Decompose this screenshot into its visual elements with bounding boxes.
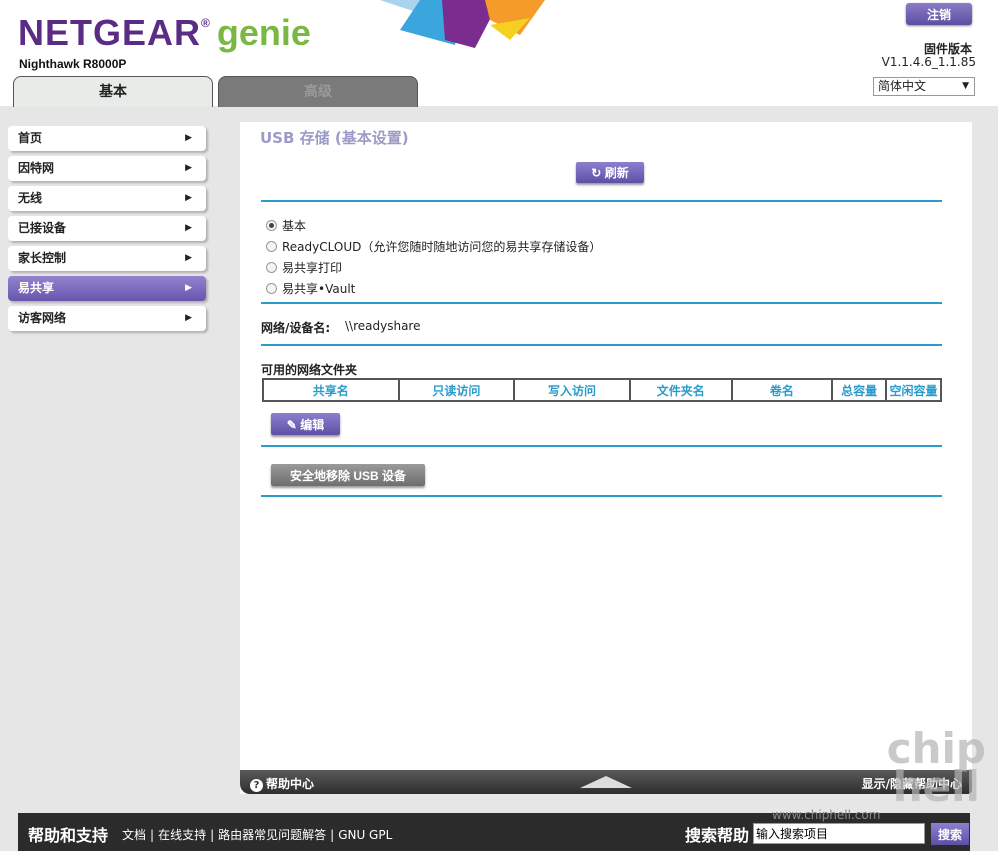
col-read-access: 只读访问 [397,378,516,402]
option-readycloud[interactable]: ReadyCLOUD（允许您随时随地访问您的易共享存储设备） [266,238,601,255]
refresh-icon: ↻ [591,166,605,180]
available-folders-title: 可用的网络文件夹 [261,363,358,377]
shared-folders-table: 共享名 只读访问 写入访问 文件夹名 卷名 总容量 空闲容量 [262,378,942,402]
header: NETGEAR® genie Nighthawk R8000P 注销 固件版本 V… [0,0,998,107]
option-label: 易共享•Vault [282,282,356,296]
link-router-faq[interactable]: 路由器常见问题解答 [218,828,326,842]
help-center-label: 帮助中心 [266,777,315,791]
link-online-support[interactable]: 在线支持 [158,828,206,842]
col-write-access: 写入访问 [513,378,631,402]
sidebar-item-label: 已接设备 [18,221,67,235]
col-folder-name: 文件夹名 [628,378,733,402]
radio-button[interactable] [266,220,277,231]
col-volume-name: 卷名 [730,378,834,402]
sidebar-item-home[interactable]: 首页 ▶ [8,126,206,151]
col-share-name: 共享名 [262,378,400,402]
edit-label: 编辑 [300,417,325,432]
option-readyshare-vault[interactable]: 易共享•Vault [266,280,355,297]
question-icon: ? [250,779,263,792]
main-panel: USB 存储 (基本设置) ↻ 刷新 基本 ReadyCLOUD（允许您随时随地… [240,122,972,794]
sidebar-item-label: 易共享 [18,281,55,295]
logo-product: genie [216,12,311,53]
help-center-bar: ? 帮助中心 显示/隐藏帮助中心 [240,770,972,794]
search-button[interactable]: 搜索 [931,823,969,845]
divider [261,495,942,497]
sidebar-item-label: 首页 [18,131,43,145]
arrow-right-icon: ▶ [185,223,192,233]
edit-button[interactable]: ✎ 编辑 [271,413,340,435]
page-title: USB 存储 (基本设置) [260,129,409,147]
separator: | [150,828,155,842]
device-name-value: \\readyshare [345,319,421,333]
logout-button[interactable]: 注销 [906,3,972,25]
refresh-label: 刷新 [604,166,629,180]
option-readyshare-printer[interactable]: 易共享打印 [266,259,342,276]
search-help-label: 搜索帮助 [685,826,750,845]
arrow-right-icon: ▶ [185,133,192,143]
language-selected: 简体中文 [878,79,927,93]
sidebar-item-label: 因特网 [18,161,55,175]
option-basic[interactable]: 基本 [266,217,306,234]
arrow-right-icon: ▶ [185,313,192,323]
divider [261,445,942,447]
separator: | [210,828,215,842]
search-input[interactable] [753,823,925,844]
divider [261,344,942,346]
sidebar-item-internet[interactable]: 因特网 ▶ [8,156,206,181]
chiphell-watermark: chip hell [887,728,986,811]
table-header-row: 共享名 只读访问 写入访问 文件夹名 卷名 总容量 空闲容量 [262,378,942,402]
col-total-capacity: 总容量 [831,378,888,402]
refresh-button[interactable]: ↻ 刷新 [576,162,644,183]
netgear-genie-logo: NETGEAR® genie [18,12,311,54]
col-free-capacity: 空闲容量 [885,378,942,402]
chevron-down-icon: ▼ [962,81,969,91]
sidebar-item-label: 家长控制 [18,251,67,265]
divider [261,200,942,202]
radio-button[interactable] [266,241,277,252]
logo-brand: NETGEAR [18,12,202,53]
sidebar-item-label: 无线 [18,191,43,205]
arrow-right-icon: ▶ [185,163,192,173]
arrow-right-icon: ▶ [185,253,192,263]
link-gnu-gpl[interactable]: GNU GPL [338,828,392,842]
option-label: 基本 [282,219,307,233]
sidebar-item-wireless[interactable]: 无线 ▶ [8,186,206,211]
sidebar-item-attached-devices[interactable]: 已接设备 ▶ [8,216,206,241]
pencil-icon: ✎ [286,417,301,432]
tab-advanced[interactable]: 高级 [218,76,418,107]
divider [261,302,942,304]
router-model: Nighthawk R8000P [19,57,127,71]
sidebar: 首页 ▶ 因特网 ▶ 无线 ▶ 已接设备 ▶ 家长控制 ▶ 易共享 ▶ 访客网络 ▶ [8,126,206,336]
expand-up-icon[interactable] [580,776,632,788]
watermark-url: www.chiphell.com [772,808,881,822]
arrow-right-icon: ▶ [185,283,192,293]
separator: | [330,828,335,842]
footer-links: 文档 | 在线支持 | 路由器常见问题解答 | GNU GPL [122,826,392,843]
help-center-link[interactable]: ? 帮助中心 [250,775,314,792]
decorative-shapes [380,0,545,48]
sidebar-item-readyshare[interactable]: 易共享 ▶ [8,276,206,301]
safely-remove-usb-button[interactable]: 安全地移除 USB 设备 [271,464,425,486]
footer-title: 帮助和支持 [28,826,109,845]
arrow-right-icon: ▶ [185,193,192,203]
option-label: ReadyCLOUD（允许您随时随地访问您的易共享存储设备） [282,240,602,254]
tab-basic[interactable]: 基本 [13,76,213,107]
watermark-line2: hell [892,762,980,811]
radio-button[interactable] [266,283,277,294]
sidebar-item-parental-controls[interactable]: 家长控制 ▶ [8,246,206,271]
language-select[interactable]: 简体中文 ▼ [873,77,975,96]
sidebar-item-label: 访客网络 [18,311,67,325]
link-documentation[interactable]: 文档 [122,828,146,842]
device-name-label: 网络/设备名: [261,321,331,335]
logo-registered-mark: ® [201,16,211,30]
firmware-version: V1.1.4.6_1.1.85 [881,55,976,69]
radio-button[interactable] [266,262,277,273]
option-label: 易共享打印 [282,261,343,275]
sidebar-item-guest-network[interactable]: 访客网络 ▶ [8,306,206,331]
